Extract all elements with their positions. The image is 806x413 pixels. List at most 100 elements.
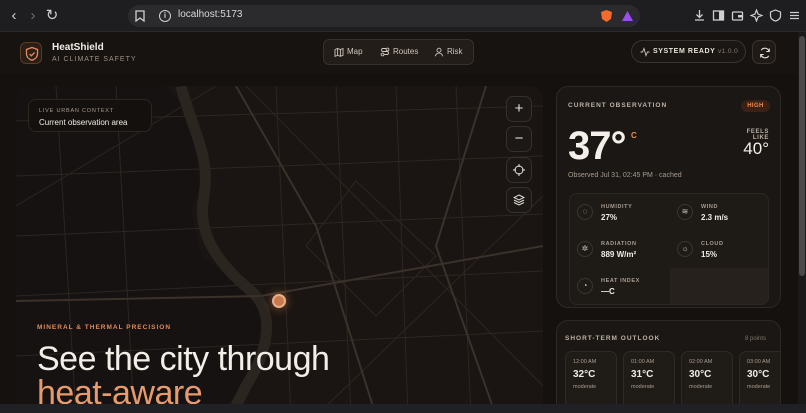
metric-value: 27% <box>601 213 618 222</box>
hour-time: 12:00 AM <box>573 359 597 365</box>
nav-map-label: Map <box>347 47 363 56</box>
bookmark-icon[interactable] <box>135 10 145 22</box>
brave-shield-icon[interactable] <box>600 9 613 23</box>
hour-level: moderate <box>747 384 771 390</box>
observed-timestamp: Observed Jul 31, 02:45 PM · cached <box>568 172 682 179</box>
metric-value: 2.3 m/s <box>701 213 729 222</box>
location-marker[interactable] <box>272 294 286 308</box>
scrollbar-thumb[interactable] <box>799 36 805 276</box>
address-bar[interactable]: i localhost:5173 <box>128 5 640 27</box>
metric-value: —C <box>601 287 615 296</box>
layers-icon <box>513 194 525 206</box>
hour-level: moderate <box>631 384 655 390</box>
wind-icon: ≋ <box>677 204 693 220</box>
menu-icon[interactable] <box>788 9 801 22</box>
crosshair-icon <box>513 164 525 176</box>
context-label: LIVE URBAN CONTEXT <box>39 108 114 114</box>
metric-value: 889 W/m² <box>601 250 637 259</box>
refresh-icon <box>760 47 770 59</box>
refresh-button[interactable] <box>752 40 776 64</box>
hour-time: 02:00 AM <box>689 359 713 365</box>
hour-temp: 32°C <box>573 369 596 380</box>
nav-routes[interactable]: Routes <box>380 46 418 58</box>
metric-wind: ≋ WIND 2.3 m/s <box>670 194 768 230</box>
metric-label: CLOUD <box>701 241 724 247</box>
shield-logo-icon <box>20 42 42 64</box>
metric-heat-index: ◔ HEAT INDEX —C <box>570 268 669 304</box>
app-header: HeatShield AI CLIMATE SAFETY Map Routes … <box>0 32 798 74</box>
system-status-pill: SYSTEM READY v1.0.0 <box>631 40 746 63</box>
outlook-hour-card: 02:00 AM 30°C moderate <box>681 351 733 404</box>
browser-toolbar: ‹ › ↻ i localhost:5173 <box>0 0 806 32</box>
page-scrollbar[interactable] <box>798 32 806 404</box>
zoom-out-button[interactable]: − <box>506 126 532 152</box>
metrics-grid: ◌ HUMIDITY 27% ≋ WIND 2.3 m/s ✲ RADIATIO… <box>569 193 769 305</box>
temperature-unit: C <box>631 131 637 140</box>
feels-like-value: 40° <box>743 139 769 158</box>
sidebar-icon[interactable] <box>712 9 725 22</box>
os-taskbar <box>0 404 806 413</box>
brand-tagline: AI CLIMATE SAFETY <box>52 56 137 63</box>
site-info-icon[interactable]: i <box>159 10 171 22</box>
current-observation-panel: CURRENT OBSERVATION HIGH 37° C FEELS LIK… <box>556 86 781 308</box>
hero-title-line2: heat-aware <box>37 374 203 404</box>
routes-icon <box>380 47 390 57</box>
hour-time: 01:00 AM <box>631 359 655 365</box>
metric-humidity: ◌ HUMIDITY 27% <box>570 194 669 230</box>
layers-button[interactable] <box>506 187 532 213</box>
metric-cloud: ☼ CLOUD 15% <box>670 231 768 267</box>
app-root: HeatShield AI CLIMATE SAFETY Map Routes … <box>0 32 798 404</box>
metric-label: WIND <box>701 204 719 210</box>
gauge-icon: ◔ <box>577 278 593 294</box>
locate-button[interactable] <box>506 157 532 183</box>
metric-label: HEAT INDEX <box>601 278 640 284</box>
outlook-hour-card: 03:00 AM 30°C moderate <box>739 351 780 404</box>
forward-icon[interactable]: › <box>25 8 41 24</box>
nav-risk-label: Risk <box>447 47 463 56</box>
radiation-icon: ✲ <box>577 241 593 257</box>
metric-value: 15% <box>701 250 718 259</box>
outlook-title: SHORT-TERM OUTLOOK <box>565 335 661 342</box>
download-icon[interactable] <box>693 9 706 22</box>
metric-label: RADIATION <box>601 241 637 247</box>
brave-rewards-icon[interactable] <box>621 10 634 22</box>
nav-risk[interactable]: Risk <box>434 46 463 58</box>
version-label: v1.0.0 <box>718 48 739 55</box>
brand-name: HeatShield <box>52 42 104 53</box>
cloud-icon: ☼ <box>677 241 693 257</box>
heat-map[interactable]: LIVE URBAN CONTEXT Current observation a… <box>16 86 543 404</box>
vpn-icon[interactable] <box>769 9 782 22</box>
hero-eyebrow: MINERAL & THERMAL PRECISION <box>37 324 172 331</box>
metric-radiation: ✲ RADIATION 889 W/m² <box>570 231 669 267</box>
observation-title: CURRENT OBSERVATION <box>568 102 668 109</box>
short-term-outlook-panel: SHORT-TERM OUTLOOK 8 points 12:00 AM 32°… <box>556 320 781 404</box>
outlook-hour-card: 01:00 AM 31°C moderate <box>623 351 675 404</box>
reload-icon[interactable]: ↻ <box>44 8 60 24</box>
nav-map[interactable]: Map <box>334 46 363 58</box>
metric-empty-cell <box>670 268 768 304</box>
hour-temp: 31°C <box>631 369 654 380</box>
hour-level: moderate <box>689 384 713 390</box>
url-text: localhost:5173 <box>178 9 243 20</box>
hour-time: 03:00 AM <box>747 359 771 365</box>
hour-level: moderate <box>573 384 597 390</box>
outlook-hour-card: 12:00 AM 32°C moderate <box>565 351 617 404</box>
map-icon <box>334 47 344 57</box>
main-nav: Map Routes Risk <box>323 39 474 65</box>
zoom-in-button[interactable]: + <box>506 96 532 122</box>
nav-routes-label: Routes <box>393 47 419 56</box>
leo-ai-icon[interactable] <box>750 9 763 22</box>
risk-badge: HIGH <box>741 100 770 112</box>
user-icon <box>434 47 444 57</box>
wallet-icon[interactable] <box>731 9 744 22</box>
hour-temp: 30°C <box>689 369 712 380</box>
urban-context-card: LIVE URBAN CONTEXT Current observation a… <box>28 99 152 132</box>
hour-temp: 30°C <box>747 369 770 380</box>
back-icon[interactable]: ‹ <box>6 8 22 24</box>
context-value: Current observation area <box>39 118 128 127</box>
metric-label: HUMIDITY <box>601 204 633 210</box>
temperature-value: 37° <box>568 124 626 168</box>
humidity-icon: ◌ <box>577 204 593 220</box>
status-label: SYSTEM READY <box>653 48 716 55</box>
pulse-icon <box>640 47 650 57</box>
